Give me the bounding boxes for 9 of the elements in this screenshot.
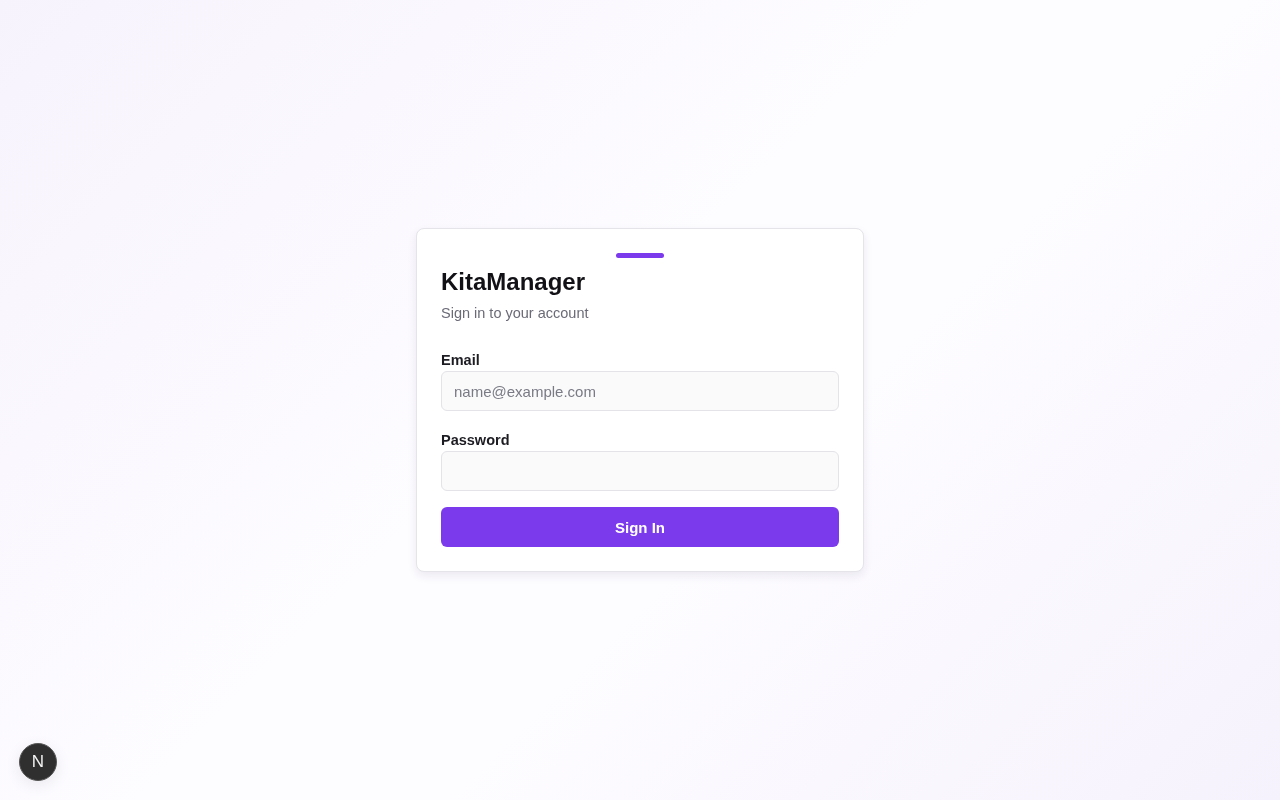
accent-bar [616,253,664,258]
input-field[interactable] [441,451,839,491]
sign-in-button[interactable]: Sign In [441,507,839,547]
field-label: Email [441,351,480,370]
field-label: Password [441,431,510,450]
input-field[interactable]: name@example.com [441,371,839,411]
subtitle: Sign in to your account [441,304,589,323]
app-title: KitaManager [441,267,586,297]
dev-tools-button[interactable]: N [19,743,57,781]
